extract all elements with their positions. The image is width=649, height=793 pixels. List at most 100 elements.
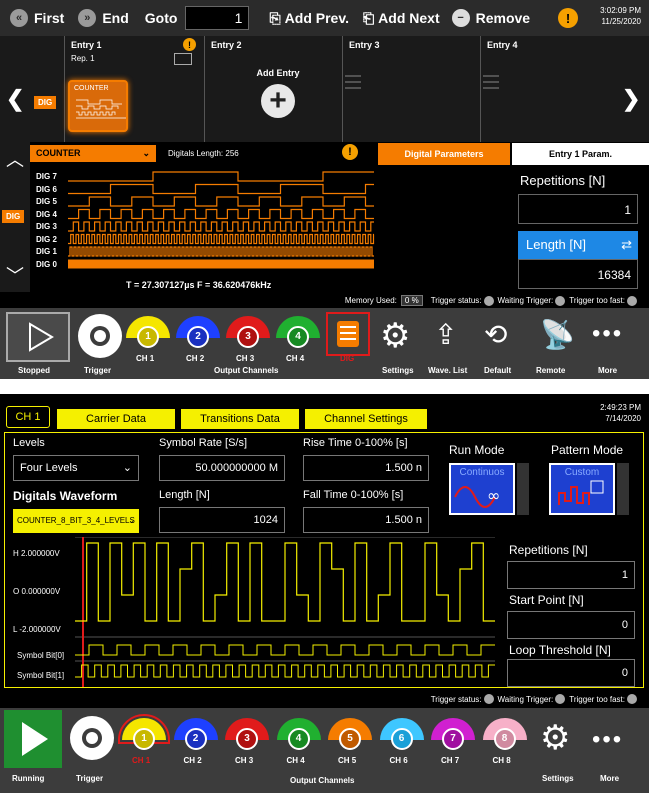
entry-4[interactable]: Entry 4 <box>480 36 618 142</box>
symbol-bit-trace <box>75 664 495 678</box>
waiting-trigger-led <box>555 694 566 704</box>
warning-icon[interactable]: ! <box>558 8 579 28</box>
tab-digital-parameters[interactable]: Digital Parameters <box>378 143 510 165</box>
remove-button[interactable]: − Remove <box>451 9 530 27</box>
counter-thumbnail <box>76 99 126 119</box>
analog-waveform <box>75 537 495 687</box>
ch-label: CH 5 <box>338 756 357 765</box>
ch1-selector[interactable]: CH 1 <box>6 406 50 428</box>
first-button[interactable]: «First <box>10 9 64 27</box>
tab-carrier-data[interactable]: Carrier Data <box>56 408 176 430</box>
counter-select[interactable]: COUNTER ⌄ <box>30 145 156 162</box>
rise-time-input[interactable]: 1.500 n <box>303 455 429 481</box>
loop-threshold-input[interactable]: 0 <box>507 659 635 687</box>
dig-trace <box>68 183 374 195</box>
minus-icon: − <box>451 9 470 27</box>
rewind-icon: « <box>10 9 28 27</box>
more-icon[interactable]: ••• <box>592 726 623 754</box>
run-mode-dropdown[interactable] <box>517 463 529 515</box>
ch-number: 4 <box>287 728 310 750</box>
ch-label: CH 8 <box>492 756 511 765</box>
tab-channel-settings[interactable]: Channel Settings <box>304 408 428 430</box>
add-entry-button[interactable]: Add Entry + <box>248 68 308 118</box>
dig-label: DIG 3 <box>36 222 57 231</box>
counter-entry-card[interactable]: COUNTER <box>68 80 128 132</box>
time-frequency: T = 27.307127µs F = 36.620476kHz <box>126 280 272 290</box>
entry-marker <box>483 75 499 89</box>
memory-used: 0 % <box>400 295 423 306</box>
symbol-rate-input[interactable]: 50.000000000 M <box>159 455 285 481</box>
play-button[interactable] <box>4 710 62 768</box>
trigger-button[interactable] <box>70 716 114 760</box>
ch-number: 2 <box>184 728 207 750</box>
entry-marker <box>345 75 361 89</box>
start-point-input[interactable]: 0 <box>507 611 635 639</box>
clock: 2:49:23 PM 7/14/2020 <box>600 403 641 423</box>
trigger-too-fast-led <box>627 694 637 704</box>
upload-icon[interactable]: ⇪ <box>434 318 457 351</box>
status-row: Trigger status: Waiting Trigger: Trigger… <box>431 694 641 704</box>
add-prev-icon: ⎘ <box>269 9 281 26</box>
dig-side-tag: DIG <box>2 210 25 223</box>
dig-tag: DIG <box>34 96 57 109</box>
ch-label: CH 4 <box>286 756 305 765</box>
dig-trace <box>68 171 374 182</box>
dig-label: DIG 6 <box>36 184 57 194</box>
rep-box[interactable] <box>174 53 192 65</box>
dig-button[interactable] <box>326 312 370 356</box>
more-icon[interactable]: ••• <box>592 320 623 348</box>
gear-icon[interactable]: ⚙ <box>540 718 570 758</box>
digitals-waveform-select[interactable]: COUNTER_8_BIT_3_4_LEVELS ⌄ <box>13 509 139 533</box>
dig-trace <box>68 208 374 220</box>
repeat-icon[interactable]: ⟲ <box>484 318 507 351</box>
clock: 3:02:09 PM 11/25/2020 <box>600 6 641 26</box>
length-input[interactable]: 1024 <box>159 507 285 533</box>
chevron-left-icon[interactable]: ❮ <box>6 86 24 112</box>
repetitions-label: Repetitions [N] <box>520 173 606 188</box>
goto-label: Goto <box>144 10 178 26</box>
goto-input[interactable]: 1 <box>185 6 250 30</box>
trigger-status-led <box>483 295 494 306</box>
tab-entry-params[interactable]: Entry 1 Param. <box>512 143 649 165</box>
ch-label: CH 3 <box>235 756 254 765</box>
dig-trace <box>68 196 374 207</box>
trigger-status-led <box>483 694 494 704</box>
remote-icon[interactable]: 📡 <box>540 318 575 351</box>
add-next-button[interactable]: ⎗ Add Next <box>363 10 440 27</box>
ch-label: CH 7 <box>441 756 460 765</box>
add-prev-button[interactable]: ⎘ Add Prev. <box>269 10 349 27</box>
dig-label: DIG 5 <box>36 197 57 206</box>
play-button[interactable] <box>6 312 70 362</box>
pattern-mode-button[interactable]: Custom <box>549 463 615 515</box>
ch-number: 6 <box>390 728 413 750</box>
trigger-button[interactable] <box>78 314 122 358</box>
analog-panel: CH 1 Carrier Data Transitions Data Chann… <box>0 394 649 793</box>
levels-select[interactable]: Four Levels ⌄ <box>13 455 139 481</box>
pattern-mode-dropdown[interactable] <box>617 463 629 515</box>
end-button[interactable]: » End <box>78 9 129 27</box>
repetitions-input[interactable]: 1 <box>518 194 638 224</box>
entry-3[interactable]: Entry 3 <box>342 36 480 142</box>
repetitions-input[interactable]: 1 <box>507 561 635 589</box>
ch-label: CH 6 <box>389 756 408 765</box>
side-pane: ︿ DIG ﹀ <box>0 142 30 292</box>
digital-waveform <box>68 171 375 269</box>
trigger-too-fast-led <box>627 295 637 306</box>
custom-wave-icon <box>558 480 604 505</box>
chevron-down-icon[interactable]: ﹀ <box>6 262 24 288</box>
tab-transitions-data[interactable]: Transitions Data <box>180 408 300 430</box>
top-toolbar: «First » End Goto 1 ⎘ Add Prev. ⎗ Add Next … <box>0 0 649 36</box>
warning-icon[interactable]: ! <box>342 144 358 160</box>
length-selector[interactable]: Length [N] ⇄ <box>518 231 638 259</box>
gear-icon[interactable]: ⚙ <box>380 316 410 356</box>
ch-number: 3 <box>236 728 258 750</box>
chevron-down-icon: ⌄ <box>142 148 150 158</box>
svg-text:∞: ∞ <box>487 486 500 505</box>
chevron-right-icon[interactable]: ❯ <box>622 86 640 112</box>
analog-trace <box>75 542 495 622</box>
chevron-down-icon: ⌄ <box>122 462 132 474</box>
run-mode-button[interactable]: Continuos ∞ <box>449 463 515 515</box>
fall-time-input[interactable]: 1.500 n <box>303 507 429 533</box>
dig-trace <box>68 246 374 257</box>
length-input[interactable]: 16384 <box>518 259 638 289</box>
